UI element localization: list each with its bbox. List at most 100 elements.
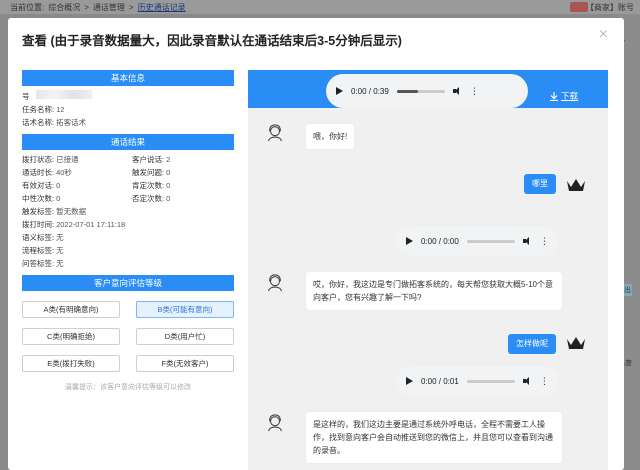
section-header-intent-grade: 客户意向评估等级 <box>22 275 234 291</box>
semantic-tag-row: 语义标签: 无 <box>22 231 234 244</box>
call-result-grid: 拨打状态: 已接通 客户说话: 2 通话时长: 40秒 触发问题: 0 有效对话: 0 肯… <box>22 153 234 205</box>
result-value: 0 <box>56 181 61 190</box>
result-value: 0 <box>166 181 171 190</box>
breadcrumb-sep: > <box>128 2 134 12</box>
grade-tip: 温馨提示：该客户意向评估等级可以修改 <box>65 384 191 391</box>
audio-time: 0:00 / 0:00 <box>421 236 459 246</box>
result-item: 触发问题: 0 <box>132 166 234 179</box>
volume-icon[interactable] <box>522 377 532 385</box>
flow-tag-label: 流程标签: <box>22 246 55 255</box>
robot-avatar-icon <box>268 274 282 292</box>
result-label: 有效对话: <box>22 181 55 190</box>
more-options-icon[interactable]: ⋮ <box>540 377 549 386</box>
play-icon[interactable] <box>406 377 413 385</box>
chat-transcript-panel: 喂，你好! 哪里 0:00 / 0:00 ⋮ 哎，你好，我这边是专门做拓客系统的… <box>248 70 608 470</box>
robot-message: 喂，你好! <box>306 124 355 149</box>
recording-seek-bar[interactable] <box>396 89 445 93</box>
qa-tag-label: 问答标签: <box>22 259 55 268</box>
robot-avatar-icon <box>268 414 282 432</box>
close-icon[interactable]: × <box>599 26 608 44</box>
result-value: 0 <box>166 168 171 177</box>
result-item: 拨打状态: 已接通 <box>22 153 132 166</box>
customer-message: 怎样做呢 <box>508 334 556 354</box>
result-value: 0 <box>166 194 171 203</box>
recording-time: 0:00 / 0:39 <box>351 86 389 96</box>
task-row: 任务名称: 12 <box>22 103 234 116</box>
call-recording-player[interactable]: 0:00 / 0:39 ⋮ <box>326 74 528 108</box>
download-label: 下载 <box>561 91 579 101</box>
view-call-modal: 查看 (由于录音数据量大，因此录音默认在通话结束后3-5分钟后显示) × 基本信… <box>8 18 624 470</box>
result-value: 40秒 <box>56 168 72 177</box>
customer-message: 哪里 <box>524 174 556 194</box>
phone-label: 号 <box>22 92 30 101</box>
result-label: 中性次数: <box>22 194 55 203</box>
result-label: 肯定次数: <box>132 181 165 190</box>
background-topbar: 当前位置: 综合概况 > 通话管理 > 历史通话记录 【商家】账号 <box>0 0 640 14</box>
result-item: 肯定次数: 0 <box>132 179 234 192</box>
script-label: 话术名称: <box>22 118 55 127</box>
grade-option-f[interactable]: F类(无效客户) <box>136 355 234 372</box>
result-label: 触发问题: <box>132 168 165 177</box>
dial-time-row: 拨打时间: 2022-07-01 17:11:18 <box>22 218 234 231</box>
script-value: 拓客话术 <box>56 118 87 127</box>
grade-option-e[interactable]: E类(拨打失败) <box>22 355 120 372</box>
trigger-tag-value: 暂无数据 <box>56 207 87 216</box>
audio-player[interactable]: 0:00 / 0:00 ⋮ <box>396 226 558 256</box>
section-header-call-result: 通话结果 <box>22 134 234 150</box>
result-item: 通话时长: 40秒 <box>22 166 132 179</box>
semantic-tag-label: 语义标签: <box>22 233 55 242</box>
trigger-tag-label: 触发标签: <box>22 207 55 216</box>
qa-tag-value: 无 <box>56 259 64 268</box>
result-value: 0 <box>56 194 61 203</box>
result-value: 2 <box>166 155 171 164</box>
account-label[interactable]: 【商家】账号 <box>586 2 634 13</box>
section-header-basic-info: 基本信息 <box>22 70 234 86</box>
result-label: 否定次数: <box>132 194 165 203</box>
result-label: 通话时长: <box>22 168 55 177</box>
task-label: 任务名称: <box>22 105 55 114</box>
intent-grade-options: A类(有明确意向) B类(可能有意向) C类(明确拒绝) D类(用户忙) E类(… <box>22 301 234 372</box>
result-item: 否定次数: 0 <box>132 192 234 205</box>
audio-player[interactable]: 0:00 / 0:01 ⋮ <box>396 366 558 396</box>
audio-seek-bar[interactable] <box>466 379 515 383</box>
dial-time-value: 2022-07-01 17:11:18 <box>56 220 126 229</box>
task-value: 12 <box>56 105 65 114</box>
audio-seek-bar[interactable] <box>466 239 515 243</box>
more-options-icon[interactable]: ⋮ <box>540 237 549 246</box>
download-icon <box>550 91 558 101</box>
dial-time-label: 拨打时间: <box>22 220 55 229</box>
result-label: 客户说话: <box>132 155 165 164</box>
breadcrumb-item[interactable]: 综合概况 <box>48 2 80 13</box>
semantic-tag-value: 无 <box>56 233 64 242</box>
volume-icon[interactable] <box>522 237 532 245</box>
download-button[interactable]: 下载 <box>550 90 578 102</box>
qa-tag-row: 问答标签: 无 <box>22 257 234 270</box>
grade-option-b[interactable]: B类(可能有意向) <box>136 301 234 318</box>
result-value: 已接通 <box>56 155 79 164</box>
recording-progress-fill <box>396 89 419 93</box>
phone-number-redacted <box>35 90 92 99</box>
volume-icon[interactable] <box>452 87 462 95</box>
breadcrumb-item-history[interactable]: 历史通话记录 <box>138 2 186 13</box>
play-icon[interactable] <box>406 237 413 245</box>
result-label: 拨打状态: <box>22 155 55 164</box>
grade-option-c[interactable]: C类(明确拒绝) <box>22 328 120 345</box>
robot-message: 哎，你好，我这边是专门做拓客系统的，每天帮您获取大概5-10个意向客户，您有兴趣… <box>306 272 562 310</box>
call-info-panel: 基本信息 号 任务名称: 12 话术名称: 拓客话术 通话结果 拨打状态: 已接通… <box>22 70 234 392</box>
crown-avatar-icon <box>567 179 585 191</box>
robot-message: 是这样的，我们这边主要是通过系统外呼电话，全程不需要工人操作，找到意向客户会自动… <box>306 412 562 463</box>
result-item: 客户说话: 2 <box>132 153 234 166</box>
flow-tag-row: 流程标签: 无 <box>22 244 234 257</box>
breadcrumb: 当前位置: 综合概况 > 通话管理 > 历史通话记录 <box>0 2 186 13</box>
flow-tag-value: 无 <box>56 246 64 255</box>
breadcrumb-item[interactable]: 通话管理 <box>93 2 125 13</box>
modal-title: 查看 (由于录音数据量大，因此录音默认在通话结束后3-5分钟后显示) <box>22 34 402 48</box>
script-row: 话术名称: 拓客话术 <box>22 116 234 129</box>
audio-time: 0:00 / 0:01 <box>421 376 459 386</box>
trigger-tag-row: 触发标签: 暂无数据 <box>22 205 234 218</box>
robot-avatar-icon <box>268 124 282 142</box>
grade-option-a[interactable]: A类(有明确意向) <box>22 301 120 318</box>
grade-option-d[interactable]: D类(用户忙) <box>136 328 234 345</box>
more-options-icon[interactable]: ⋮ <box>470 87 479 96</box>
play-icon[interactable] <box>336 87 343 95</box>
